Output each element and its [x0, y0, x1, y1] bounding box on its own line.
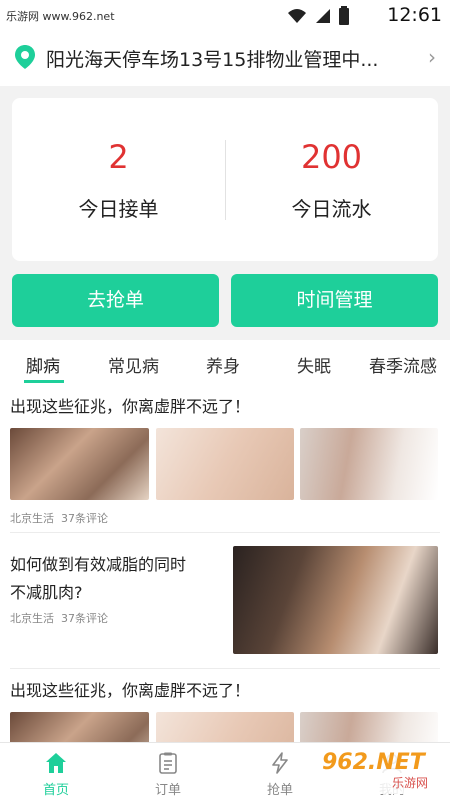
article-image-2: [156, 428, 294, 500]
article-image-1: [10, 428, 149, 500]
active-tab-indicator: [24, 380, 64, 383]
wifi-icon: [288, 9, 306, 23]
stat-today-orders[interactable]: 2 今日接单: [12, 98, 225, 261]
watermark-logo: 962.NET 乐游网: [316, 748, 444, 794]
article-comments: 37条评论: [61, 612, 108, 625]
article-meta: 北京生活 37条评论: [10, 610, 108, 626]
time-management-button[interactable]: 时间管理: [231, 274, 438, 327]
location-address: 阳光海天停车场13号15排物业管理中...: [46, 49, 379, 71]
article-separator: [10, 668, 440, 669]
article-separator: [10, 532, 440, 533]
article-title: 出现这些征兆，你离虚胖不远了！: [10, 681, 251, 700]
stat-label: 今日接单: [78, 197, 159, 221]
article-image-2: [156, 712, 294, 742]
signal-icon: [316, 9, 330, 23]
tab-label: 订单: [154, 783, 181, 798]
tab-foot-disease[interactable]: 脚病: [26, 352, 60, 377]
stat-value: 200: [300, 138, 363, 176]
article-image-large: [233, 546, 438, 654]
grab-order-button[interactable]: 去抢单: [12, 274, 219, 327]
stat-label: 今日流水: [291, 197, 372, 221]
location-bar[interactable]: 阳光海天停车场13号15排物业管理中... ›: [0, 30, 450, 86]
status-bar: 乐游网 www.962.net 12:61: [0, 0, 450, 30]
article-source: 北京生活: [10, 512, 54, 525]
watermark-text: 乐游网 www.962.net: [6, 10, 115, 23]
stats-card: 2 今日接单 200 今日流水: [12, 98, 438, 261]
tab-home[interactable]: 首页: [0, 743, 112, 800]
chevron-right-icon: ›: [428, 45, 436, 69]
article-title: 出现这些征兆，你离虚胖不远了！: [10, 397, 251, 416]
stat-value: 2: [108, 138, 129, 176]
article-title-line-2: 不减肌肉?: [10, 583, 83, 602]
status-icons: [286, 6, 350, 26]
tab-label: 首页: [42, 783, 69, 798]
article-comments: 37条评论: [61, 512, 108, 525]
article-image-3: [300, 428, 438, 500]
category-tabs: 脚病 常见病 养身 失眠 春季流感: [0, 340, 450, 386]
article-meta: 北京生活 37条评论: [10, 510, 108, 526]
tab-common-disease[interactable]: 常见病: [108, 352, 159, 377]
article-image-3: [300, 712, 438, 742]
tab-insomnia[interactable]: 失眠: [297, 352, 331, 377]
lightning-icon: [272, 752, 288, 774]
article-image-1: [10, 712, 149, 742]
watermark-sub: 乐游网: [392, 776, 429, 790]
watermark-brand: 962.NET: [322, 750, 425, 775]
tab-orders[interactable]: 订单: [112, 743, 224, 800]
clipboard-icon: [159, 752, 177, 774]
home-icon: [46, 753, 66, 773]
tab-health[interactable]: 养身: [206, 352, 240, 377]
clock: 12:61: [387, 4, 442, 26]
location-pin-icon: [15, 45, 35, 69]
article-source: 北京生活: [10, 612, 54, 625]
battery-icon: [339, 6, 349, 25]
article-feed: 出现这些征兆，你离虚胖不远了！ 北京生活 37条评论 如何做到有效减脂的同时 不…: [0, 386, 450, 742]
tab-spring-flu[interactable]: 春季流感: [369, 352, 437, 377]
article-title-line-1: 如何做到有效减脂的同时: [10, 555, 187, 574]
stat-today-revenue[interactable]: 200 今日流水: [225, 98, 438, 261]
